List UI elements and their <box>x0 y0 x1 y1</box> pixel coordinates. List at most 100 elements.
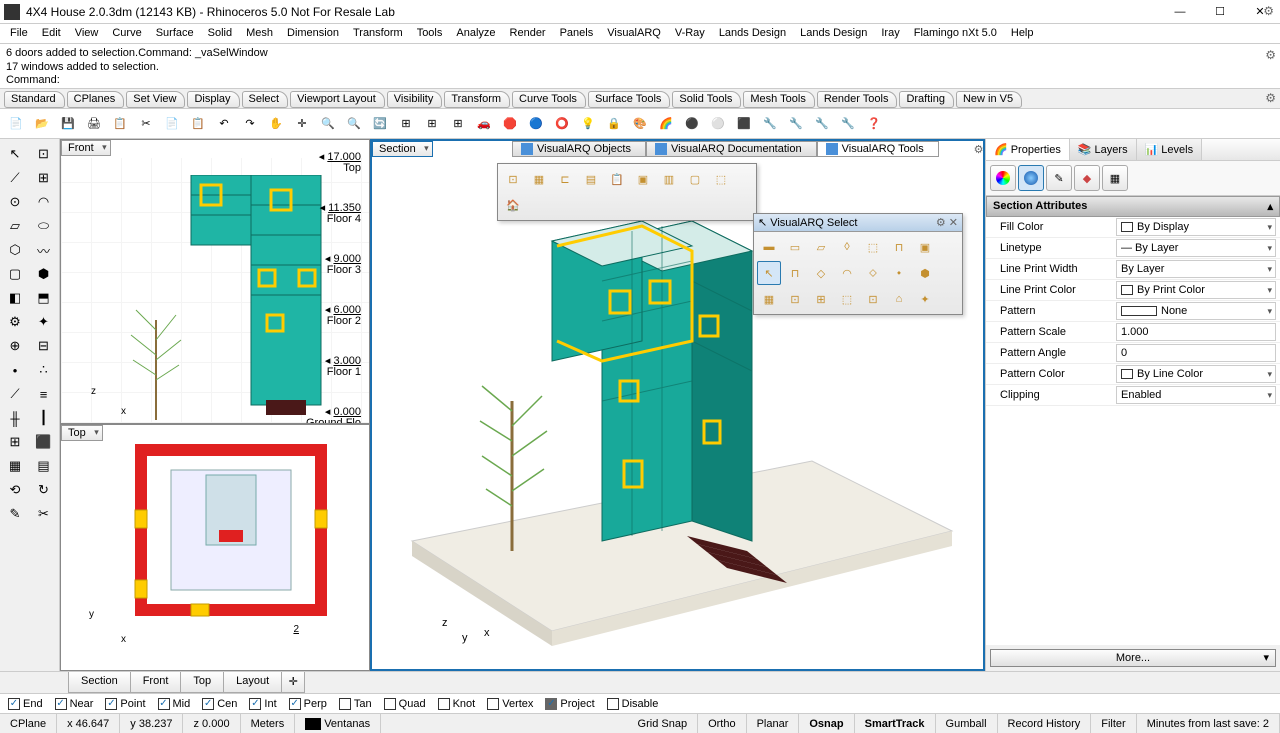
osnap-knot[interactable]: Knot <box>438 698 476 710</box>
osnap-end[interactable]: ✓End <box>8 698 43 710</box>
decal-icon[interactable]: ◆ <box>1074 165 1100 191</box>
va-select-10[interactable]: ◠ <box>835 261 859 285</box>
status-z[interactable]: z 0.000 <box>183 714 240 733</box>
toolbar-icon-32[interactable]: 🔧 <box>836 112 860 136</box>
tool-12[interactable]: ◧ <box>2 287 28 309</box>
toolbar-icon-2[interactable]: 💾 <box>56 112 80 136</box>
toolbar-icon-4[interactable]: 📋 <box>108 112 132 136</box>
command-input[interactable] <box>63 74 1274 86</box>
tab-select[interactable]: Select <box>242 91 289 108</box>
tab-mesh-tools[interactable]: Mesh Tools <box>743 91 814 108</box>
va-select-13[interactable]: ⬢ <box>913 261 937 285</box>
menu-iray[interactable]: Iray <box>875 27 905 40</box>
osnap-point[interactable]: ✓Point <box>105 698 145 710</box>
toolbar-icon-23[interactable]: 🔒 <box>602 112 626 136</box>
tab-curve-tools[interactable]: Curve Tools <box>512 91 586 108</box>
va-tool-7[interactable]: ▢ <box>683 167 707 191</box>
close-button[interactable]: ✕ <box>1240 0 1280 24</box>
osnap-near[interactable]: ✓Near <box>55 698 94 710</box>
va-select-6[interactable]: ▣ <box>913 235 937 259</box>
viewport-top-label[interactable]: Top <box>61 425 103 441</box>
toolbar-icon-3[interactable]: 🖨 <box>82 112 106 136</box>
tab-surface-tools[interactable]: Surface Tools <box>588 91 670 108</box>
status-x[interactable]: x 46.647 <box>57 714 120 733</box>
va-select-1[interactable]: ▭ <box>783 235 807 259</box>
toolbar-icon-28[interactable]: ⬛ <box>732 112 756 136</box>
tool-4[interactable]: ⊙ <box>2 191 28 213</box>
prop-value-pattern-scale[interactable]: 1.000 <box>1116 323 1276 341</box>
toolbar-icon-21[interactable]: ⭕ <box>550 112 574 136</box>
va-tool-9[interactable]: 🏠 <box>501 193 525 217</box>
object-props-icon[interactable] <box>990 165 1016 191</box>
toolbar-icon-16[interactable]: ⊞ <box>420 112 444 136</box>
panel-options-icon[interactable]: ⚙ <box>1263 4 1274 18</box>
tool-0[interactable]: ↖ <box>2 143 28 165</box>
menu-dimension[interactable]: Dimension <box>281 27 345 40</box>
view-tab-section[interactable]: Section <box>68 672 131 693</box>
tool-16[interactable]: ⊕ <box>2 335 28 357</box>
tool-29[interactable]: ↻ <box>31 479 57 501</box>
tab-display[interactable]: Display <box>187 91 239 108</box>
va-tool-1[interactable]: ▦ <box>527 167 551 191</box>
va-select-17[interactable]: ⬚ <box>835 287 859 311</box>
menu-lands-design[interactable]: Lands Design <box>794 27 873 40</box>
status-units[interactable]: Meters <box>241 714 296 733</box>
tab-viewport-layout[interactable]: Viewport Layout <box>290 91 385 108</box>
osnap-mid[interactable]: ✓Mid <box>158 698 191 710</box>
va-select-5[interactable]: ⊓ <box>887 235 911 259</box>
osnap-cen[interactable]: ✓Cen <box>202 698 237 710</box>
view-tab-add[interactable]: ✛ <box>281 672 305 693</box>
tool-24[interactable]: ⊞ <box>2 431 28 453</box>
toolbar-icon-22[interactable]: 💡 <box>576 112 600 136</box>
menu-analyze[interactable]: Analyze <box>450 27 501 40</box>
toolbar-icon-27[interactable]: ⚪ <box>706 112 730 136</box>
prop-value-linetype[interactable]: — By Layer <box>1116 239 1276 257</box>
more-button[interactable]: More... <box>990 649 1276 667</box>
vp-tab-visualarq-objects[interactable]: VisualARQ Objects <box>512 141 646 157</box>
viewport-front-label[interactable]: Front <box>61 140 111 156</box>
osnap-disable[interactable]: Disable <box>607 698 659 710</box>
menu-surface[interactable]: Surface <box>150 27 200 40</box>
view-tab-top[interactable]: Top <box>180 672 224 693</box>
tool-11[interactable]: ⬢ <box>31 263 57 285</box>
tool-19[interactable]: ∴ <box>31 359 57 381</box>
va-tool-3[interactable]: ▤ <box>579 167 603 191</box>
menu-solid[interactable]: Solid <box>202 27 238 40</box>
menu-view[interactable]: View <box>69 27 105 40</box>
toolbar-icon-25[interactable]: 🌈 <box>654 112 678 136</box>
tool-18[interactable]: • <box>2 359 28 381</box>
menu-lands-design[interactable]: Lands Design <box>713 27 792 40</box>
va-tool-8[interactable]: ⬚ <box>709 167 733 191</box>
osnap-vertex[interactable]: Vertex <box>487 698 533 710</box>
status-osnap[interactable]: Osnap <box>799 714 854 733</box>
tab-cplanes[interactable]: CPlanes <box>67 91 125 108</box>
tool-5[interactable]: ◠ <box>31 191 57 213</box>
menu-curve[interactable]: Curve <box>106 27 147 40</box>
toolbar-icon-0[interactable]: 📄 <box>4 112 28 136</box>
va-tool-2[interactable]: ⊏ <box>553 167 577 191</box>
va-tool-0[interactable]: ⊡ <box>501 167 525 191</box>
menu-v-ray[interactable]: V-Ray <box>669 27 711 40</box>
menu-visualarq[interactable]: VisualARQ <box>601 27 667 40</box>
toolbar-icon-30[interactable]: 🔧 <box>784 112 808 136</box>
tool-27[interactable]: ▤ <box>31 455 57 477</box>
toolbar-icon-9[interactable]: ↷ <box>238 112 262 136</box>
menu-render[interactable]: Render <box>504 27 552 40</box>
material-icon[interactable] <box>1018 165 1044 191</box>
tool-21[interactable]: ≡ <box>31 383 57 405</box>
tool-17[interactable]: ⊟ <box>31 335 57 357</box>
toolbar-icon-20[interactable]: 🔵 <box>524 112 548 136</box>
tool-9[interactable]: 〰 <box>31 239 57 261</box>
va-select-14[interactable]: ▦ <box>757 287 781 311</box>
osnap-int[interactable]: ✓Int <box>249 698 276 710</box>
osnap-tan[interactable]: Tan <box>339 698 372 710</box>
palette-gear-icon[interactable]: ⚙ <box>936 217 946 229</box>
minimize-button[interactable]: — <box>1160 0 1200 24</box>
tab-transform[interactable]: Transform <box>444 91 510 108</box>
texture-icon[interactable]: ✎ <box>1046 165 1072 191</box>
status-record-history[interactable]: Record History <box>998 714 1092 733</box>
maximize-button[interactable]: ☐ <box>1200 0 1240 24</box>
tool-30[interactable]: ✎ <box>2 503 28 525</box>
status-gumball[interactable]: Gumball <box>936 714 998 733</box>
viewport-section-label[interactable]: Section <box>372 141 433 157</box>
